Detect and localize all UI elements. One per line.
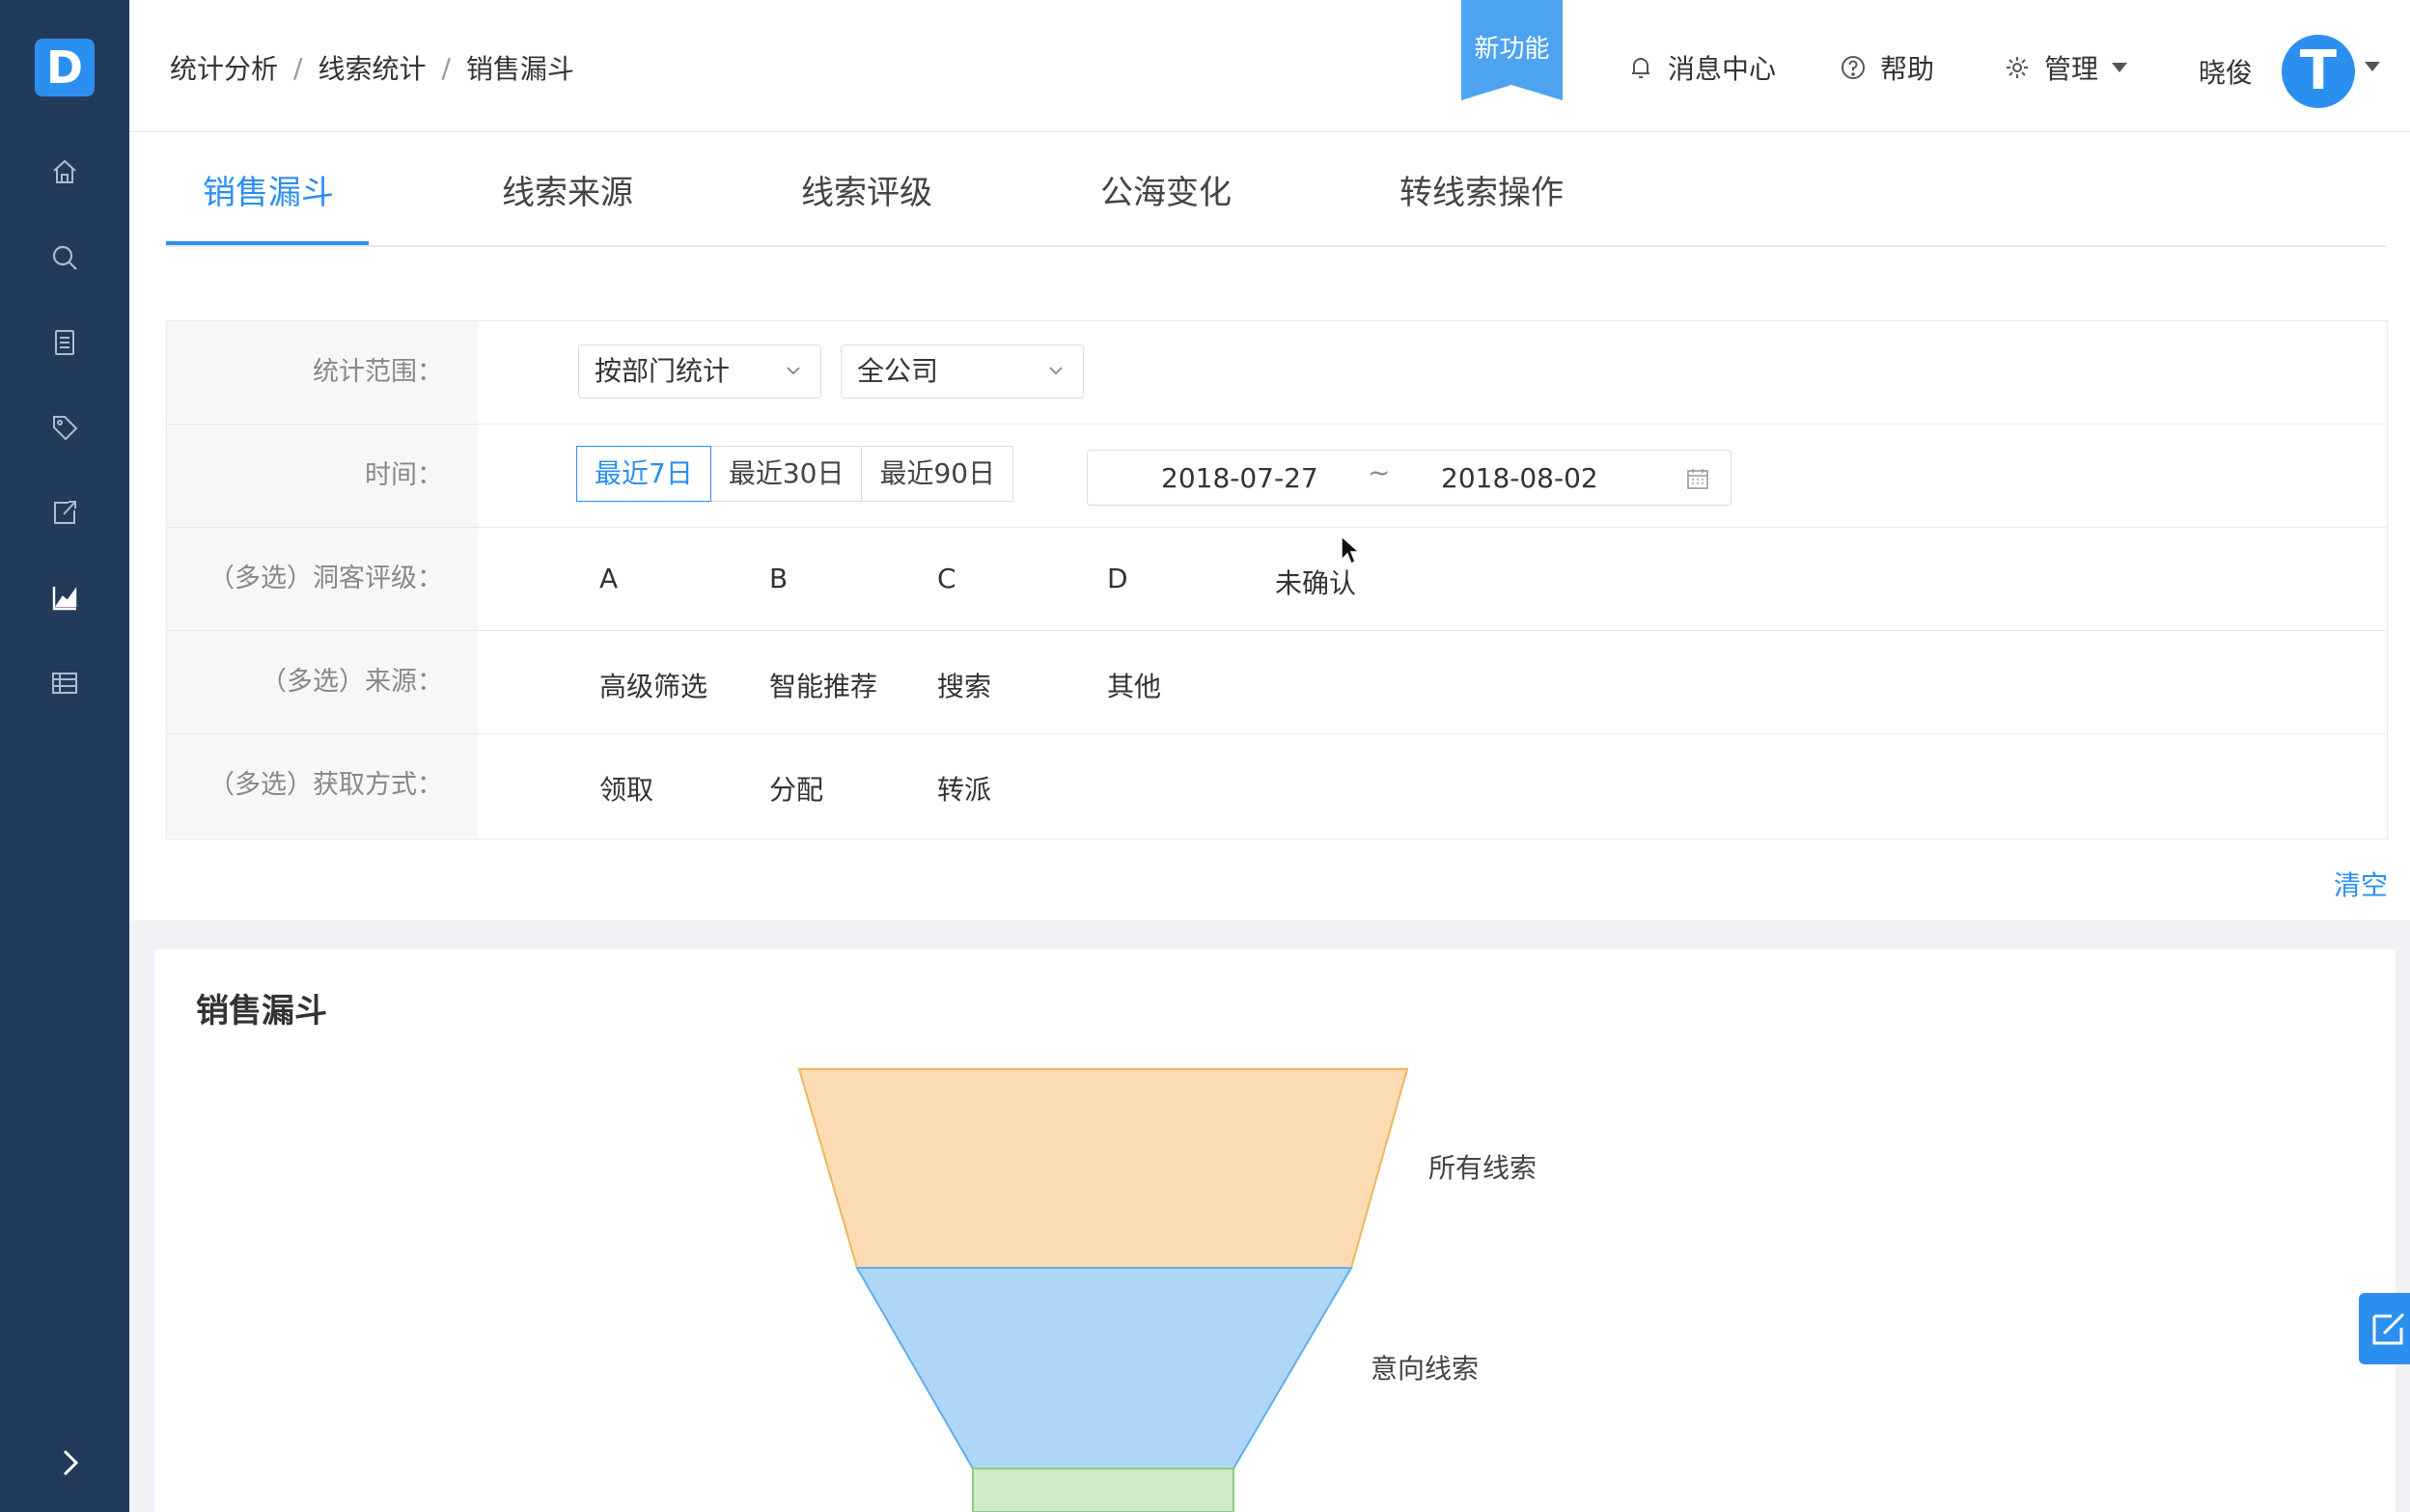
floating-edit-button[interactable] bbox=[2359, 1293, 2410, 1364]
last-7-days-button[interactable]: 最近7日 bbox=[576, 446, 711, 502]
funnel-stage-intent-leads[interactable] bbox=[855, 1267, 1353, 1470]
funnel-stage-all-leads[interactable] bbox=[797, 1068, 1409, 1269]
edit-icon bbox=[2372, 1312, 2405, 1345]
funnel-stage-third[interactable] bbox=[972, 1468, 1234, 1512]
funnel-label-all-leads: 所有线索 bbox=[1428, 1152, 1537, 1184]
funnel-chart: 所有线索 意向线索 bbox=[797, 1068, 1537, 1512]
funnel-label-intent-leads: 意向线索 bbox=[1371, 1353, 1479, 1385]
